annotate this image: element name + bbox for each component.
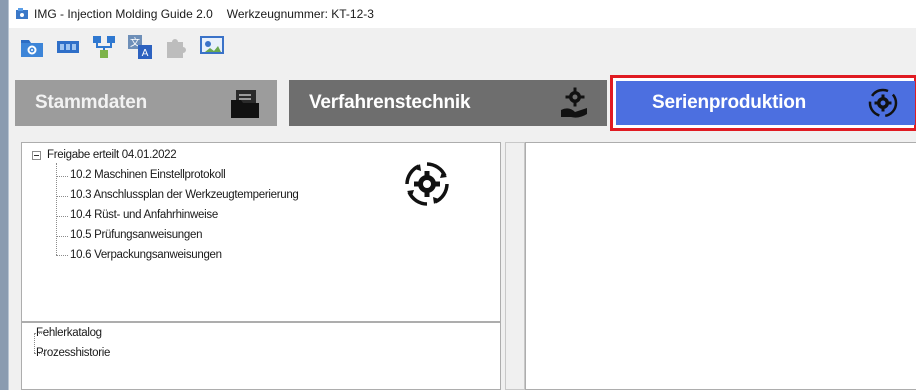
app-icon <box>16 8 28 19</box>
tab-serienproduktion-label: Serienproduktion <box>652 92 807 113</box>
tool-number: Werkzeugnummer: KT-12-3 <box>226 7 374 21</box>
tab-verfahrenstechnik[interactable]: Verfahrenstechnik <box>289 80 607 126</box>
collapse-icon[interactable] <box>32 150 41 160</box>
tree-item-anschlussplan[interactable]: 10.3 Anschlussplan der Werkzeugtemperier… <box>70 185 299 205</box>
tree-root-label: Freigabe erteilt 04.01.2022 <box>47 149 177 161</box>
secondary-tree: Fehlerkatalog Prozesshistorie <box>21 322 501 390</box>
svg-text:A: A <box>142 48 149 59</box>
tab-verfahrenstechnik-label: Verfahrenstechnik <box>309 92 471 113</box>
mold-icon <box>57 41 79 53</box>
document-tree: Freigabe erteilt 04.01.2022 10.2 Maschin… <box>21 142 501 322</box>
tree-item-fehlerkatalog[interactable]: Fehlerkatalog <box>36 323 102 343</box>
splitter[interactable] <box>505 142 525 390</box>
tree-item-prozesshistorie[interactable]: Prozesshistorie <box>36 343 110 363</box>
module-tabs: Stammdaten Verfahrenstechnik Serienprodu… <box>9 66 916 136</box>
translate-button[interactable]: 文 A <box>127 34 153 60</box>
tab-stammdaten-label: Stammdaten <box>35 92 148 113</box>
tree-item-maschinen-einstellprotokoll[interactable]: 10.2 Maschinen Einstellprotokoll <box>70 165 226 185</box>
gear-cycle-icon <box>865 85 901 121</box>
content-area: Freigabe erteilt 04.01.2022 10.2 Maschin… <box>9 136 916 390</box>
toolbar: 文 A <box>9 28 916 66</box>
puzzle-button[interactable] <box>163 34 189 60</box>
tab-stammdaten[interactable]: Stammdaten <box>15 80 277 126</box>
detail-panel <box>525 142 916 390</box>
app-window: IMG - Injection Molding Guide 2.0 Werkze… <box>8 0 916 390</box>
tab-serienproduktion[interactable]: Serienproduktion <box>616 81 915 125</box>
translate-icon: 文 A <box>128 35 152 59</box>
puzzle-icon <box>167 39 186 58</box>
folder-settings-button[interactable] <box>19 34 45 60</box>
title-bar: IMG - Injection Molding Guide 2.0 Werkze… <box>9 0 916 28</box>
tree-item-verpackungsanweisungen[interactable]: 10.6 Verpackungsanweisungen <box>70 245 222 265</box>
presentation-button[interactable] <box>199 34 225 60</box>
gear-hand-icon <box>557 85 593 121</box>
presentation-icon <box>200 36 224 54</box>
folder-settings-icon <box>21 40 43 57</box>
network-icon <box>93 36 115 58</box>
mold-button[interactable] <box>55 34 81 60</box>
gear-cycle-icon <box>405 162 449 206</box>
tree-root[interactable]: Freigabe erteilt 04.01.2022 <box>32 149 177 161</box>
tree-item-pruefungsanweisungen[interactable]: 10.5 Prüfungsanweisungen <box>70 225 202 245</box>
network-button[interactable] <box>91 34 117 60</box>
tree-item-ruest-anfahrhinweise[interactable]: 10.4 Rüst- und Anfahrhinweise <box>70 205 218 225</box>
app-title: IMG - Injection Molding Guide 2.0 <box>34 7 213 21</box>
folder-document-icon <box>227 85 263 121</box>
